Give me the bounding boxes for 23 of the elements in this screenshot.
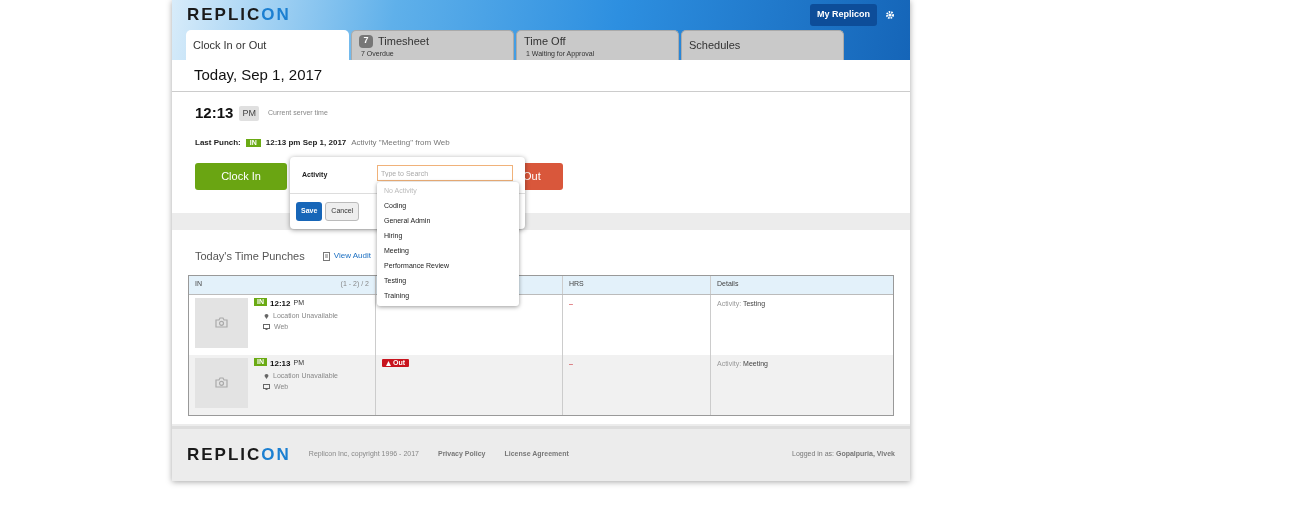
location-pin-icon <box>264 372 269 379</box>
replicon-logo: REPLICON <box>187 4 291 27</box>
tab[interactable]: Schedules <box>681 30 844 60</box>
clock-time: 12:13 <box>195 103 234 123</box>
ampm-badge: PM <box>239 105 259 121</box>
monitor-icon <box>263 384 270 391</box>
monitor-icon <box>263 324 270 331</box>
camera-icon <box>215 377 228 388</box>
punch-time: 12:12 <box>270 297 291 310</box>
section-title: Today's Time Punches <box>195 249 305 264</box>
date-title: Today, Sep 1, 2017 <box>194 65 323 86</box>
replicon-logo: REPLICON <box>187 443 291 466</box>
last-punch-detail: Activity "Meeting" from Web <box>351 136 450 149</box>
last-punch-label: Last Punch: <box>195 136 241 149</box>
last-punch-time: 12:13 pm Sep 1, 2017 <box>265 136 347 149</box>
my-replicon-button[interactable]: My Replicon <box>810 4 877 26</box>
punch-time: 12:13 <box>270 357 291 370</box>
settings-icon[interactable] <box>885 10 895 20</box>
camera-icon <box>215 317 228 328</box>
tab[interactable]: Clock In or Out <box>186 30 349 60</box>
audit-link[interactable]: View Audit <box>333 250 371 263</box>
location-pin-icon <box>264 312 269 319</box>
document-icon <box>322 251 330 261</box>
